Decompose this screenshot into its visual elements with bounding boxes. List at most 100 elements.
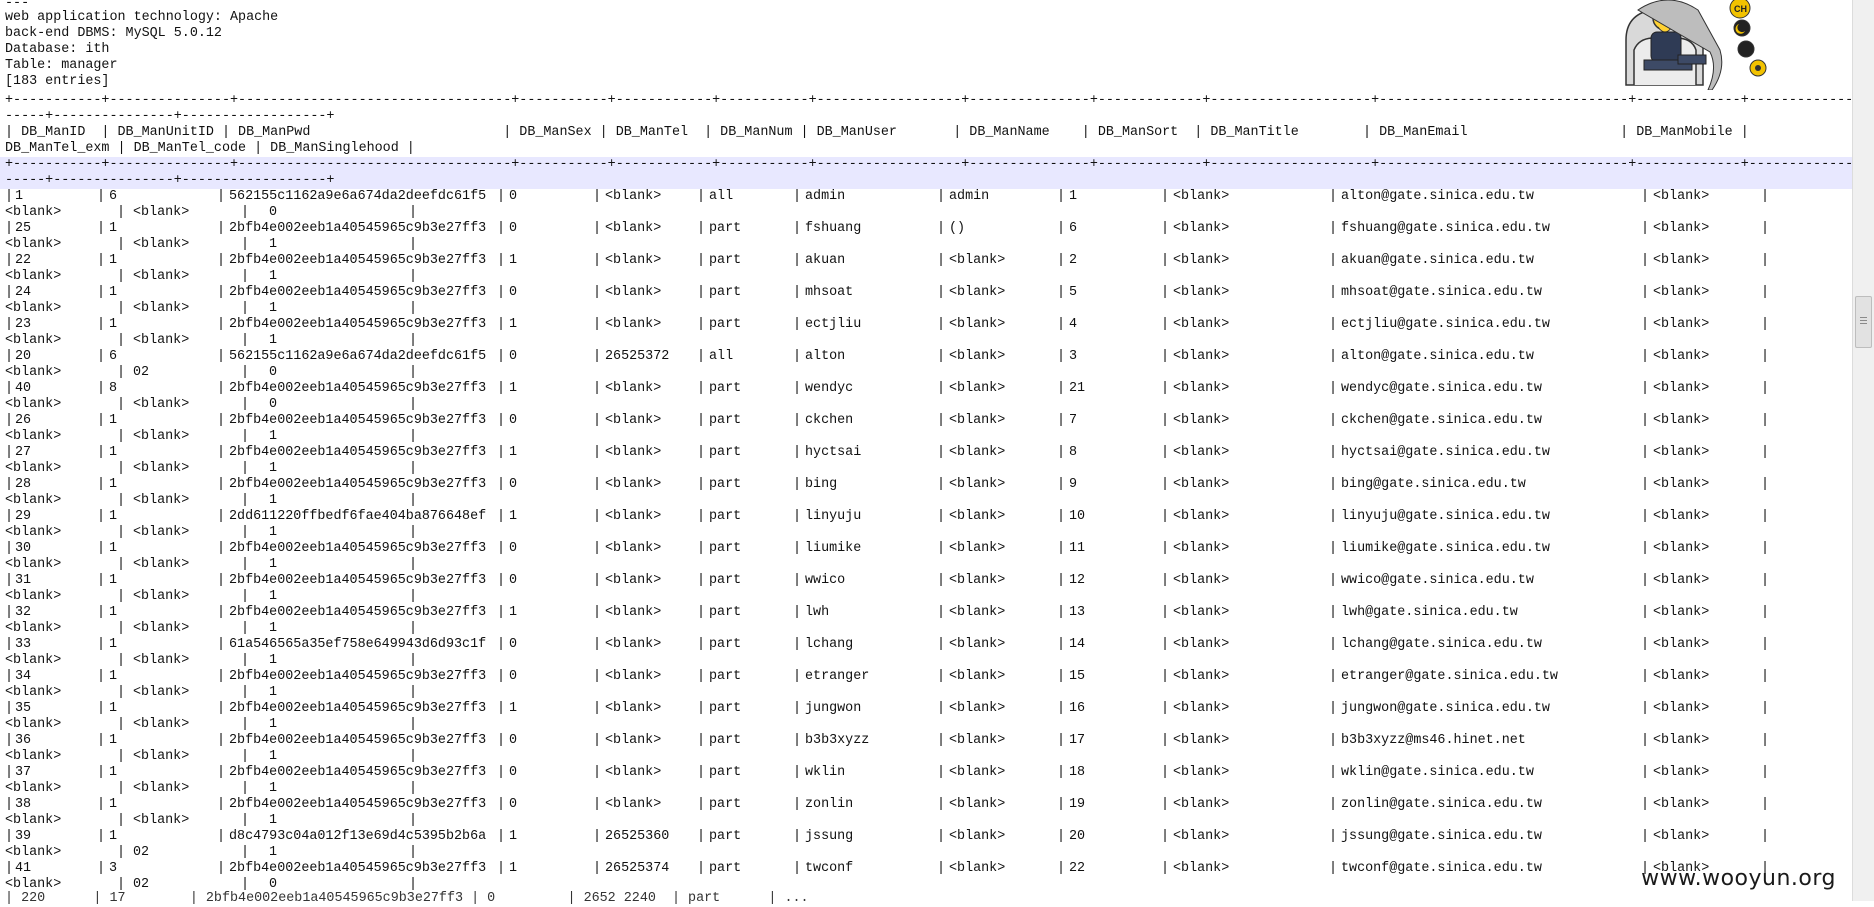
cell-unit: 1 — [109, 445, 118, 460]
cell-divider: | — [937, 413, 946, 428]
cell-divider: | — [97, 285, 106, 300]
cell-divider: | — [937, 541, 946, 556]
cell-email: wendyc@gate.sinica.edu.tw — [1341, 381, 1542, 396]
cell-code: <blank> — [133, 429, 190, 444]
cell-divider: | — [1761, 605, 1770, 620]
cell-divider: | — [97, 797, 106, 812]
cell-divider: | — [1641, 701, 1650, 716]
cell-divider: | — [5, 701, 14, 716]
cell-divider: | — [97, 381, 106, 396]
cell-title: <blank> — [1173, 765, 1230, 780]
cell-divider: | — [1761, 669, 1770, 684]
cell-exm: <blank> — [5, 845, 62, 860]
cell-num: part — [709, 765, 742, 780]
cell-code: <blank> — [133, 397, 190, 412]
mascot-image: CH — [1618, 0, 1768, 95]
cell-email: fshuang@gate.sinica.edu.tw — [1341, 221, 1550, 236]
cell-id: 29 — [15, 509, 32, 524]
cell-tel: <blank> — [605, 445, 662, 460]
cell-divider: | — [1161, 541, 1170, 556]
cell-pwd: 2bfb4e002eeb1a40545965c9b3e27ff3 — [229, 605, 487, 620]
cell-divider: | — [409, 813, 418, 828]
cell-divider: | — [217, 701, 226, 716]
cell-tel: <blank> — [605, 253, 662, 268]
cell-divider: | — [217, 509, 226, 524]
cell-divider: | — [1057, 605, 1066, 620]
cell-divider: | — [241, 461, 250, 476]
cell-tel: <blank> — [605, 509, 662, 524]
cell-code: <blank> — [133, 557, 190, 572]
cell-divider: | — [1761, 189, 1770, 204]
cell-divider: | — [97, 413, 106, 428]
cell-id: 24 — [15, 285, 32, 300]
cell-title: <blank> — [1173, 669, 1230, 684]
cell-divider: | — [793, 605, 802, 620]
cell-divider: | — [1057, 381, 1066, 396]
cell-single: 1 — [269, 653, 278, 668]
cell-divider: | — [1057, 509, 1066, 524]
cell-unit: 3 — [109, 861, 118, 876]
cell-unit: 6 — [109, 189, 118, 204]
cell-divider: | — [497, 413, 506, 428]
cell-email: b3b3xyzz@ms46.hinet.net — [1341, 733, 1526, 748]
cell-divider: | — [793, 317, 802, 332]
cell-divider: | — [217, 477, 226, 492]
cell-divider: | — [241, 813, 250, 828]
cell-user: admin — [805, 189, 846, 204]
cell-tel: <blank> — [605, 477, 662, 492]
cell-mobile: <blank> — [1653, 829, 1710, 844]
cell-single: 1 — [269, 717, 278, 732]
cell-name: <blank> — [949, 797, 1006, 812]
cell-pwd: 2bfb4e002eeb1a40545965c9b3e27ff3 — [229, 573, 487, 588]
cell-mobile: <blank> — [1653, 541, 1710, 556]
cell-divider: | — [217, 285, 226, 300]
cell-pwd: d8c4793c04a012f13e69d4c5395b2b6a — [229, 829, 487, 844]
cell-title: <blank> — [1173, 701, 1230, 716]
cell-divider: | — [1161, 381, 1170, 396]
cell-divider: | — [1329, 285, 1338, 300]
cell-name: <blank> — [949, 381, 1006, 396]
cell-divider: | — [497, 381, 506, 396]
cell-divider: | — [697, 861, 706, 876]
cell-divider: | — [793, 445, 802, 460]
cell-divider: | — [497, 669, 506, 684]
cell-divider: | — [1761, 637, 1770, 652]
cell-divider: | — [697, 605, 706, 620]
cell-divider: | — [1641, 221, 1650, 236]
cell-divider: | — [1329, 765, 1338, 780]
cell-divider: | — [1329, 445, 1338, 460]
cell-divider: | — [241, 717, 250, 732]
cell-user: linyuju — [805, 509, 862, 524]
cell-divider: | — [241, 653, 250, 668]
cell-divider: | — [5, 253, 14, 268]
cell-mobile: <blank> — [1653, 701, 1710, 716]
cell-mobile: <blank> — [1653, 349, 1710, 364]
cell-divider: | — [1329, 733, 1338, 748]
cell-sex: 0 — [509, 477, 518, 492]
cell-name: <blank> — [949, 861, 1006, 876]
cell-exm: <blank> — [5, 685, 62, 700]
cell-code: <blank> — [133, 461, 190, 476]
cell-email: ectjliu@gate.sinica.edu.tw — [1341, 317, 1550, 332]
cell-id: 20 — [15, 349, 32, 364]
cell-unit: 1 — [109, 541, 118, 556]
cell-id: 37 — [15, 765, 32, 780]
cell-id: 41 — [15, 861, 32, 876]
cell-exm: <blank> — [5, 205, 62, 220]
cell-divider: | — [1761, 285, 1770, 300]
cell-divider: | — [217, 349, 226, 364]
cell-divider: | — [217, 221, 226, 236]
cell-num: part — [709, 477, 742, 492]
cell-exm: <blank> — [5, 525, 62, 540]
cell-divider: | — [117, 365, 126, 380]
cell-name: <blank> — [949, 701, 1006, 716]
cell-divider: | — [497, 189, 506, 204]
scrollbar-thumb[interactable] — [1855, 296, 1872, 348]
cell-divider: | — [97, 861, 106, 876]
cell-divider: | — [937, 381, 946, 396]
cell-name: <blank> — [949, 317, 1006, 332]
vertical-scrollbar[interactable] — [1852, 0, 1874, 901]
cell-divider: | — [497, 829, 506, 844]
cell-divider: | — [97, 221, 106, 236]
cell-unit: 1 — [109, 221, 118, 236]
